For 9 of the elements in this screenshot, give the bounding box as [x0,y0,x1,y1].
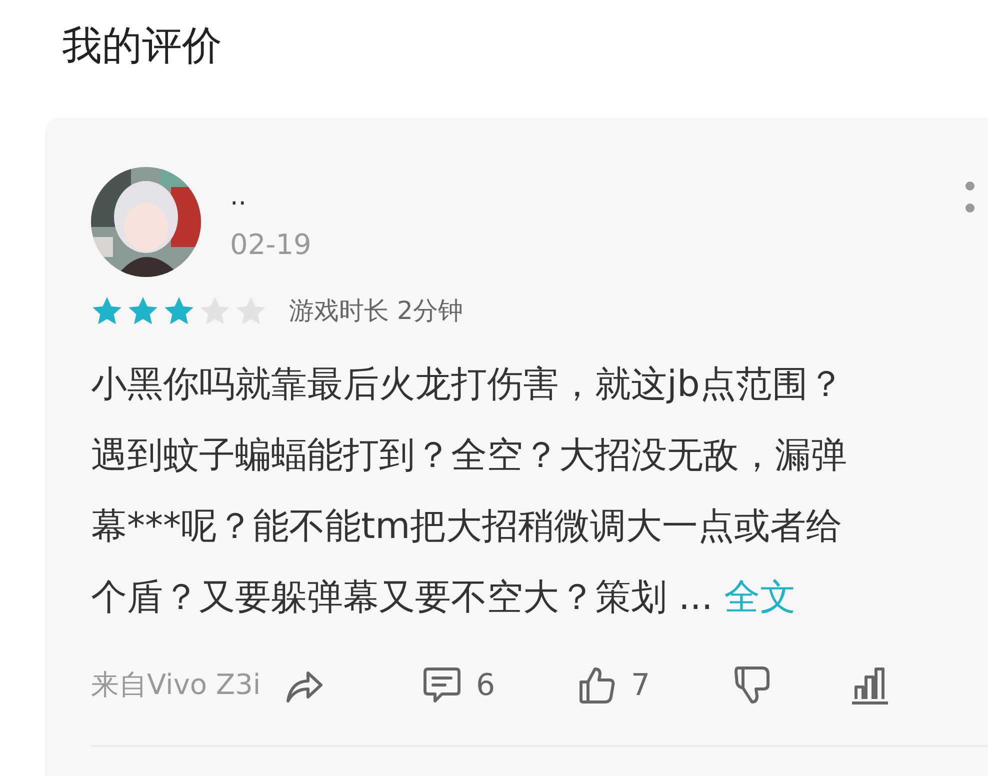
page-title: 我的评价 [61,22,223,71]
action-count: 7 [631,668,650,702]
review-text: 小黑你吗就靠最后火龙打伤害，就这jb点范围？ 遇到蚊子蝙蝠能打到？全空？大招没无敌，漏弹 幕***呢？能不能tm把大招稍微调大一点或者给 个盾？又要躲弹幕又要不空大？策划 ... 全文 [91,363,847,620]
playtime: 游戏时长 2分钟 [289,295,463,327]
action-count: 6 [476,668,496,702]
full-text-link[interactable]: 全文 [724,577,796,618]
user-name: ·· [230,189,248,219]
device-source: 来自Vivo Z3i [91,667,262,703]
review-date: 02-19 [230,227,312,263]
